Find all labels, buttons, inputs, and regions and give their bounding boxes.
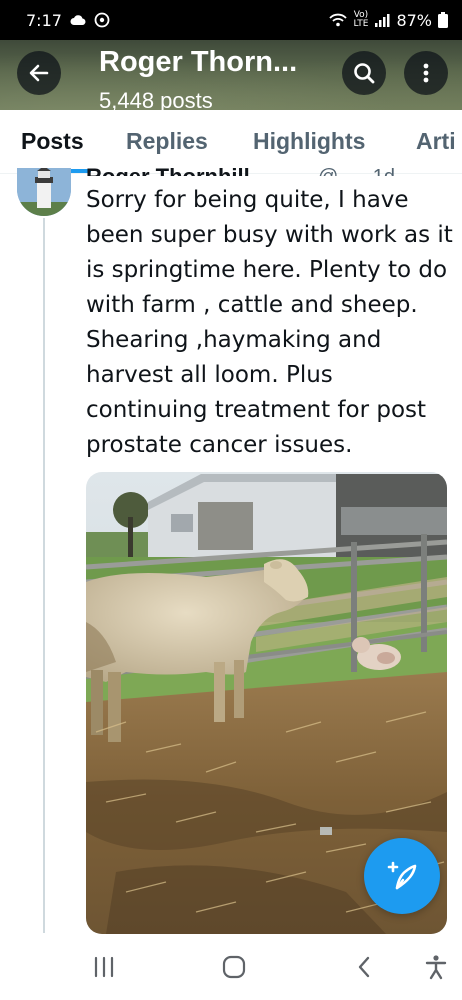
avatar[interactable] [17, 168, 71, 216]
status-bar: 7:17 Vo) LTE 87% [0, 0, 462, 40]
network-type-bottom: LTE [353, 19, 369, 29]
wifi-icon [329, 13, 348, 27]
thread-line [43, 218, 45, 933]
more-vertical-icon [423, 63, 429, 83]
recents-icon [94, 956, 114, 978]
status-left: 7:17 [26, 11, 110, 30]
profile-header: Roger Thorn... 5,448 posts [0, 40, 462, 110]
signal-icon [375, 14, 390, 27]
post-count: 5,448 posts [99, 88, 213, 110]
battery-icon [438, 12, 448, 28]
tab-replies[interactable]: Replies [126, 128, 208, 155]
arrow-left-icon [29, 64, 49, 82]
tab-articles[interactable]: Arti [416, 128, 456, 155]
compose-button[interactable] [364, 838, 440, 914]
cloud-icon [70, 15, 86, 26]
back-button[interactable] [17, 51, 61, 95]
network-type: Vo) LTE [353, 11, 368, 29]
search-button[interactable] [342, 51, 386, 95]
post-author-name[interactable]: Roger Thornhill [86, 160, 250, 176]
system-navigation-bar [0, 934, 462, 1000]
battery-percent: 87% [396, 10, 432, 30]
post-text: Sorry for being quite, I have been super… [86, 187, 453, 458]
lighthouse-avatar-image [17, 168, 71, 216]
status-right: Vo) LTE 87% [329, 11, 448, 30]
post-meta: @... · 1d [318, 160, 395, 176]
nav-back-icon [358, 956, 370, 978]
recents-button[interactable] [84, 952, 124, 982]
home-icon [222, 955, 246, 979]
status-time: 7:17 [26, 10, 62, 30]
tab-posts[interactable]: Posts [21, 128, 84, 155]
search-icon [354, 63, 375, 84]
compose-feather-icon [387, 861, 417, 890]
more-options-button[interactable] [404, 51, 448, 95]
accessibility-button[interactable] [416, 952, 456, 982]
accessibility-icon [425, 955, 447, 980]
nav-back-button[interactable] [344, 952, 384, 982]
profile-name: Roger Thorn... [99, 46, 298, 78]
notification-app-icon [94, 12, 110, 28]
tab-highlights[interactable]: Highlights [253, 128, 365, 155]
home-button[interactable] [214, 952, 254, 982]
